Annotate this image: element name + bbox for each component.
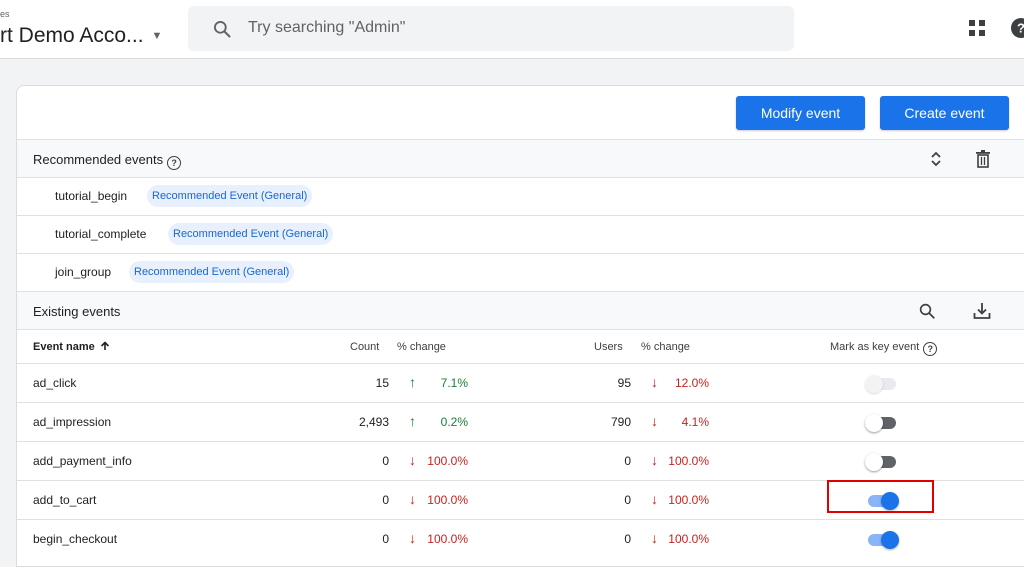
- delete-icon[interactable]: [975, 150, 991, 168]
- table-row[interactable]: ad_impression 2,493 ↑ 0.2% 790 ↓ 4.1%: [17, 402, 1024, 441]
- existing-events-title: Existing events: [33, 304, 121, 319]
- count-change: 100.0%: [427, 493, 468, 507]
- user-count: 0: [624, 532, 631, 546]
- event-count: 15: [375, 376, 389, 390]
- recommended-badge: Recommended Event (General): [168, 223, 334, 245]
- users-change: 100.0%: [668, 454, 709, 468]
- recommended-event-name: tutorial_begin: [55, 189, 128, 203]
- count-change: 100.0%: [427, 454, 468, 468]
- table-row[interactable]: ad_click 15 ↑ 7.1% 95 ↓ 12.0%: [17, 363, 1024, 402]
- help-circle-icon[interactable]: ?: [167, 156, 182, 170]
- account-selector[interactable]: rt Demo Acco... ▼: [0, 24, 162, 48]
- download-icon[interactable]: [973, 301, 991, 321]
- count-change: 0.2%: [440, 415, 468, 429]
- event-name[interactable]: ad_impression: [33, 415, 111, 429]
- help-circle-icon[interactable]: ?: [923, 342, 938, 356]
- users-change: 12.0%: [674, 376, 709, 390]
- recommended-events-title: Recommended events: [33, 152, 164, 167]
- event-name[interactable]: add_payment_info: [33, 454, 132, 468]
- user-count: 95: [617, 376, 631, 390]
- key-event-toggle[interactable]: [865, 452, 899, 472]
- table-row[interactable]: add_payment_info 0 ↓ 100.0% 0 ↓ 100.0%: [17, 441, 1024, 480]
- count-change: 7.1%: [440, 376, 468, 390]
- table-header: Event name Count % change Users % change…: [17, 329, 1024, 363]
- key-event-toggle: [865, 374, 899, 394]
- key-event-toggle[interactable]: [865, 530, 899, 550]
- recommended-badge: Recommended Event (General): [147, 185, 313, 207]
- modify-event-button[interactable]: Modify event: [736, 96, 865, 130]
- unfold-icon[interactable]: [929, 150, 943, 168]
- recommended-event-name: join_group: [55, 265, 112, 279]
- event-count: 0: [382, 493, 389, 507]
- key-event-toggle[interactable]: [865, 413, 899, 433]
- count-change-column-header[interactable]: % change: [397, 341, 446, 353]
- table-row[interactable]: begin_checkout 0 ↓ 100.0% 0 ↓ 100.0%: [17, 519, 1024, 558]
- user-count: 0: [624, 493, 631, 507]
- svg-text:?: ?: [1017, 21, 1024, 36]
- event-count: 0: [382, 532, 389, 546]
- breadcrumb[interactable]: es: [0, 9, 10, 19]
- users-change: 100.0%: [668, 532, 709, 546]
- users-change: 4.1%: [681, 415, 709, 429]
- users-change-column-header[interactable]: % change: [641, 341, 690, 353]
- event-count: 0: [382, 454, 389, 468]
- top-bar: es rt Demo Acco... ▼ Try searching "Admin…: [0, 0, 1024, 59]
- event-count: 2,493: [358, 415, 389, 429]
- list-item[interactable]: tutorial_complete Recommended Event (Gen…: [17, 215, 1024, 253]
- user-count: 790: [610, 415, 631, 429]
- recommended-badge: Recommended Event (General): [129, 261, 295, 283]
- event-name-column-header[interactable]: Event name: [33, 341, 110, 353]
- account-name: rt Demo Acco...: [0, 24, 144, 47]
- caret-down-icon: ▼: [151, 30, 163, 42]
- existing-events-header: Existing events: [17, 291, 1024, 329]
- arrow-up-icon: [100, 341, 109, 350]
- search-icon: [214, 21, 231, 38]
- key-event-column-header: Mark as key event?: [830, 341, 938, 356]
- event-name[interactable]: ad_click: [33, 376, 76, 390]
- user-count: 0: [624, 454, 631, 468]
- search-icon[interactable]: [918, 302, 936, 320]
- apps-grid-icon[interactable]: [967, 18, 987, 38]
- search-input[interactable]: Try searching "Admin": [248, 19, 405, 37]
- event-name[interactable]: begin_checkout: [33, 532, 117, 546]
- create-event-button[interactable]: Create event: [880, 96, 1009, 130]
- list-item[interactable]: tutorial_begin Recommended Event (Genera…: [17, 177, 1024, 215]
- count-column-header[interactable]: Count: [350, 341, 379, 353]
- search-bar[interactable]: Try searching "Admin": [188, 6, 794, 51]
- count-change: 100.0%: [427, 532, 468, 546]
- events-card: Modify event Create event Recommended ev…: [16, 85, 1024, 567]
- users-column-header[interactable]: Users: [594, 341, 623, 353]
- help-icon[interactable]: ?: [1010, 17, 1024, 39]
- highlight-box: [827, 480, 934, 513]
- recommended-event-name: tutorial_complete: [55, 227, 147, 241]
- list-item[interactable]: join_group Recommended Event (General): [17, 253, 1024, 291]
- recommended-events-header: Recommended events?: [17, 139, 1024, 177]
- event-name[interactable]: add_to_cart: [33, 493, 96, 507]
- users-change: 100.0%: [668, 493, 709, 507]
